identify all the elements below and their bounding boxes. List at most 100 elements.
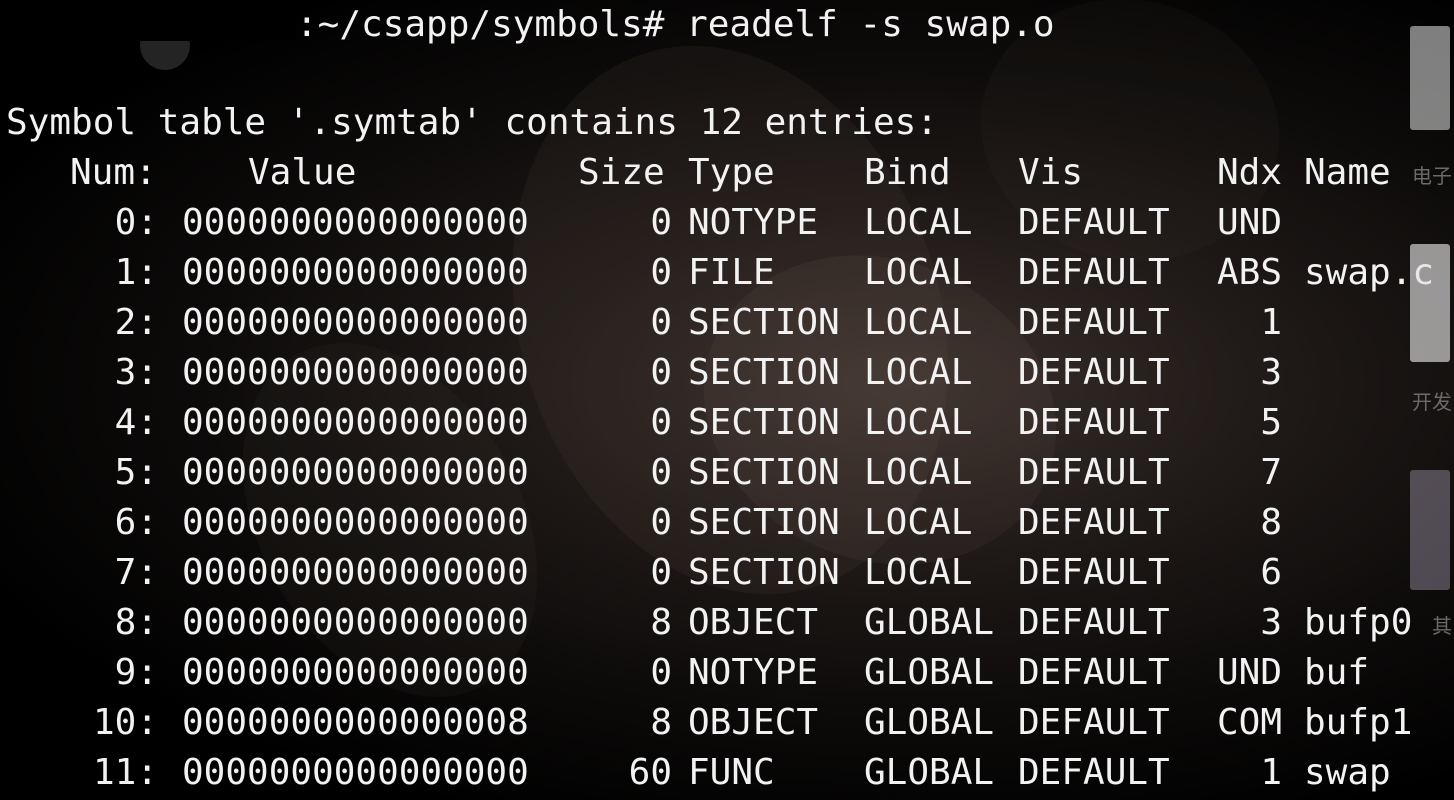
cell-type: OBJECT <box>688 602 819 643</box>
cell-vis: DEFAULT <box>1018 602 1170 643</box>
cell-vis: DEFAULT <box>1018 752 1170 793</box>
cell-value: 0000000000000000 <box>182 302 529 343</box>
table-row: 9: 0000000000000000 0 NOTYPE GLOBAL DEFAULT UN… <box>6 648 1446 698</box>
cell-vis: DEFAULT <box>1018 452 1170 493</box>
cell-bind: LOCAL <box>864 402 973 443</box>
cell-bind: GLOBAL <box>864 752 995 793</box>
cell-num: 4: <box>114 402 158 443</box>
cell-type: SECTION <box>688 552 840 593</box>
cell-type: SECTION <box>688 352 840 393</box>
cell-size: 0 <box>650 302 672 343</box>
cell-value: 0000000000000000 <box>182 252 529 293</box>
terminal-window[interactable]: :~/csapp/symbols# readelf -s swap.o Symb… <box>0 0 1454 800</box>
cell-size: 0 <box>650 502 672 543</box>
table-row: 2: 0000000000000000 0 SECTION LOCAL DEFAULT 1 <box>6 298 1446 348</box>
cell-type: SECTION <box>688 452 840 493</box>
side-thumbnail[interactable] <box>1410 244 1450 362</box>
symtab-heading: Symbol table '.symtab' contains 12 entri… <box>6 102 938 143</box>
cell-type: SECTION <box>688 402 840 443</box>
cell-value: 0000000000000000 <box>182 452 529 493</box>
cell-type: SECTION <box>688 302 840 343</box>
table-row: 1: 0000000000000000 0 FILE LOCAL DEFAULT ABS sw… <box>6 248 1446 298</box>
cell-value: 0000000000000000 <box>182 502 529 543</box>
cell-num: 5: <box>114 452 158 493</box>
cell-size: 0 <box>650 352 672 393</box>
cell-bind: GLOBAL <box>864 702 995 743</box>
cell-num: 11: <box>92 752 158 793</box>
cell-ndx: 1 <box>1260 302 1282 343</box>
header-ndx: Ndx <box>1216 152 1282 193</box>
cell-num: 2: <box>114 302 158 343</box>
cell-bind: LOCAL <box>864 252 973 293</box>
cell-vis: DEFAULT <box>1018 402 1170 443</box>
cell-num: 9: <box>114 652 158 693</box>
cell-ndx: 7 <box>1260 452 1282 493</box>
cell-ndx: 1 <box>1260 752 1282 793</box>
cell-value: 0000000000000000 <box>182 352 529 393</box>
cell-value: 0000000000000008 <box>182 702 529 743</box>
cell-vis: DEFAULT <box>1018 502 1170 543</box>
cell-vis: DEFAULT <box>1018 202 1170 243</box>
side-thumbnail[interactable] <box>1410 470 1450 590</box>
cell-value: 0000000000000000 <box>182 602 529 643</box>
table-row: 4: 0000000000000000 0 SECTION LOCAL DEFAULT 5 <box>6 398 1446 448</box>
header-type: Type <box>688 152 775 193</box>
side-thumbnail[interactable] <box>1410 26 1450 130</box>
table-row: 0: 0000000000000000 0 NOTYPE LOCAL DEFAULT UND <box>6 198 1446 248</box>
table-row: 3: 0000000000000000 0 SECTION LOCAL DEFAULT 3 <box>6 348 1446 398</box>
symtab-header-row: Num: Value Size Type Bind Vis Ndx Name <box>6 148 1446 198</box>
cell-value: 0000000000000000 <box>182 202 529 243</box>
cell-type: FUNC <box>688 752 775 793</box>
table-row: 10: 0000000000000008 8 OBJECT GLOBAL DEFAULT C… <box>6 698 1446 748</box>
cell-vis: DEFAULT <box>1018 652 1170 693</box>
cell-vis: DEFAULT <box>1018 702 1170 743</box>
command-prompt-line: :~/csapp/symbols# readelf -s swap.o <box>6 0 1055 50</box>
table-row: 8: 0000000000000000 8 OBJECT GLOBAL DEFAULT 3 b… <box>6 598 1446 648</box>
cell-ndx: 6 <box>1260 552 1282 593</box>
header-size: Size <box>578 152 665 193</box>
cell-bind: GLOBAL <box>864 652 995 693</box>
cell-num: 1: <box>114 252 158 293</box>
header-bind: Bind <box>864 152 951 193</box>
side-panel: 电子 开发 其 <box>1394 0 1454 800</box>
cell-size: 0 <box>650 252 672 293</box>
cell-bind: LOCAL <box>864 202 973 243</box>
cell-size: 0 <box>650 552 672 593</box>
cell-ndx: UND <box>1216 202 1282 243</box>
table-row: 11: 0000000000000000 60 FUNC GLOBAL DEFAULT 1 s… <box>6 748 1446 798</box>
cell-size: 0 <box>650 452 672 493</box>
cell-vis: DEFAULT <box>1018 302 1170 343</box>
cell-ndx: 3 <box>1260 352 1282 393</box>
cell-bind: LOCAL <box>864 302 973 343</box>
cell-vis: DEFAULT <box>1018 552 1170 593</box>
header-num: Num: <box>70 152 157 193</box>
cell-bind: LOCAL <box>864 502 973 543</box>
cell-size: 0 <box>650 402 672 443</box>
cell-ndx: 8 <box>1260 502 1282 543</box>
cell-ndx: 5 <box>1260 402 1282 443</box>
side-label: 其 <box>1432 614 1452 638</box>
side-label: 开发 <box>1412 390 1452 414</box>
cell-value: 0000000000000000 <box>182 652 529 693</box>
side-label: 电子 <box>1412 164 1452 188</box>
cell-bind: LOCAL <box>864 552 973 593</box>
table-row: 7: 0000000000000000 0 SECTION LOCAL DEFAULT 6 <box>6 548 1446 598</box>
cell-type: OBJECT <box>688 702 819 743</box>
cell-bind: GLOBAL <box>864 602 995 643</box>
cell-value: 0000000000000000 <box>182 752 529 793</box>
cell-bind: LOCAL <box>864 452 973 493</box>
cell-num: 10: <box>92 702 158 743</box>
cell-num: 7: <box>114 552 158 593</box>
cell-ndx: COM <box>1216 702 1282 743</box>
cell-size: 8 <box>650 702 672 743</box>
cell-name: swap <box>1304 752 1391 793</box>
cell-vis: DEFAULT <box>1018 352 1170 393</box>
cell-ndx: 3 <box>1260 602 1282 643</box>
redacted-hostname <box>6 5 296 41</box>
cell-ndx: UND <box>1216 652 1282 693</box>
cell-vis: DEFAULT <box>1018 252 1170 293</box>
cell-value: 0000000000000000 <box>182 552 529 593</box>
cell-num: 6: <box>114 502 158 543</box>
cell-size: 0 <box>650 202 672 243</box>
cell-type: SECTION <box>688 502 840 543</box>
